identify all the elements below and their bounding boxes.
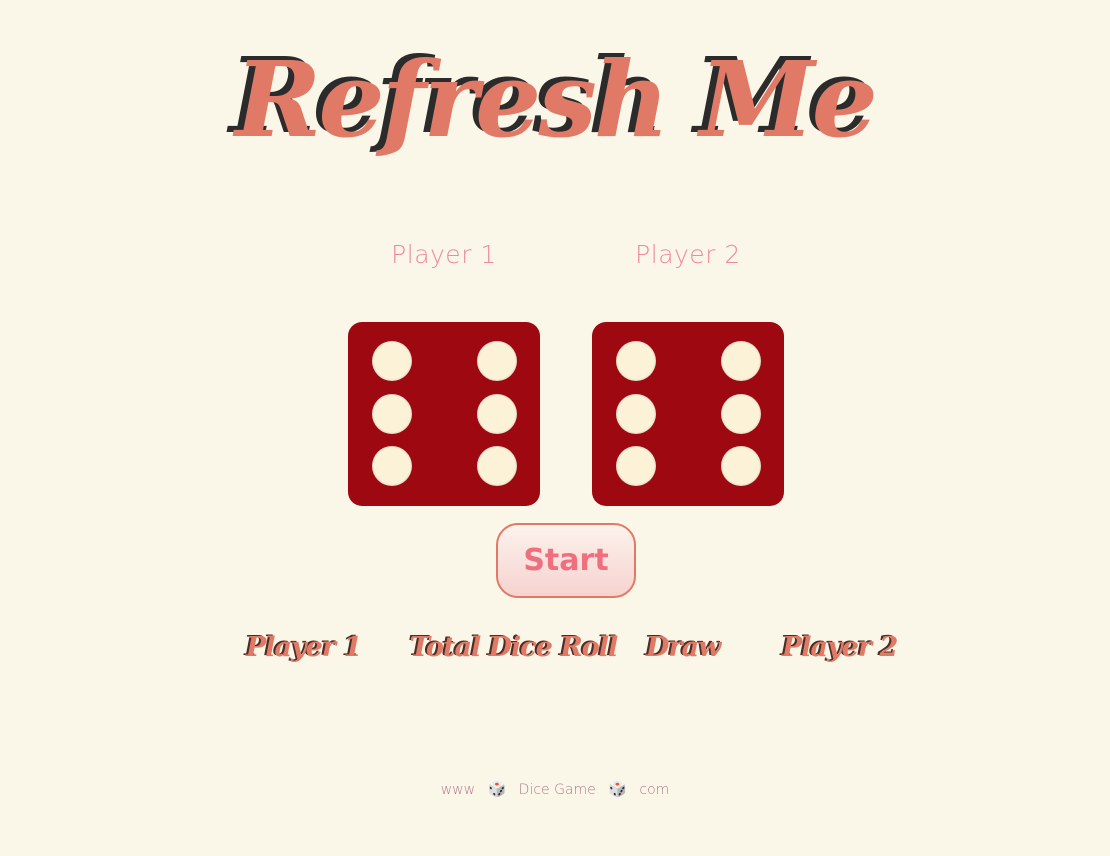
footer-site-name: Dice Game [518,782,596,798]
die-pip [721,446,761,486]
die-pip [616,394,656,434]
score-total-dice-roll: Total Dice Roll [410,632,618,663]
start-button[interactable]: Start [496,523,636,598]
footer-www: www [440,782,476,798]
player-2-label: Player 2 [635,240,741,269]
player-1-die [348,322,540,506]
player-1-label: Player 1 [391,240,497,269]
die-pip [477,341,517,381]
score-player-1: Player 1 [246,632,362,663]
die-pip [616,446,656,486]
die-pip [721,394,761,434]
footer: www 🎲 Dice Game 🎲 com [0,780,1110,798]
die-pip [477,446,517,486]
die-pip [477,394,517,434]
die-pip [616,341,656,381]
player-2-die [592,322,784,506]
dice-icon: 🎲 [487,780,507,798]
score-draw: Draw [646,632,721,663]
die-pip [372,394,412,434]
die-pip [372,341,412,381]
die-pip [721,341,761,381]
game-title: Refresh Me [235,38,878,161]
score-player-2: Player 2 [782,632,898,663]
die-pip [372,446,412,486]
footer-com: com [639,782,670,798]
dice-icon: 🎲 [608,780,627,798]
